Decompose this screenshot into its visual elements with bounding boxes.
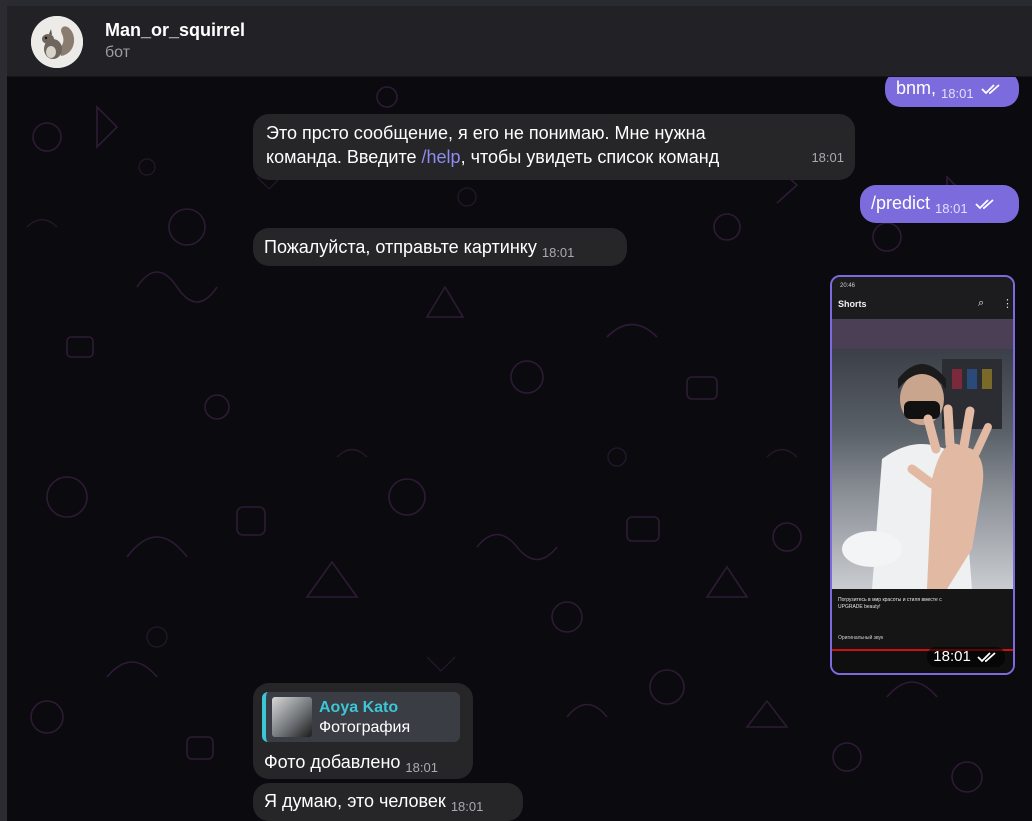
photo-search-icon: ⌕ [978,297,985,309]
message-bubble-incoming[interactable]: Это прсто сообщение, я его не понимаю. М… [253,114,855,180]
message-bubble-incoming[interactable]: Aoya Kato Фотография Фото добавлено 18:0… [253,683,473,779]
message-bubble-outgoing[interactable]: /predict 18:01 [860,185,1019,223]
photo-time-badge: 18:01 [927,647,1005,667]
photo-heading: Shorts [838,299,867,309]
double-check-icon [974,199,994,210]
telegram-window: Man_or_squirrel бот bnm, 18:01 Это прсто… [0,0,1032,821]
message-text: bnm, [896,78,937,98]
message-text-line2-end: , чтобы увидеть список команд [460,147,720,167]
message-text: /predict [871,193,931,213]
message-time: 18:01 [405,760,438,775]
message-time: 18:01 [941,86,974,101]
photo-message[interactable]: 20:46 Shorts ⌕ ⋮ Погрузитесь в мир красо… [830,275,1015,675]
message-text-line2-start: команда. Введите [266,147,422,167]
squirrel-icon [31,16,83,68]
window-left-edge [0,0,7,821]
message-text: Пожалуйста, отправьте картинку [264,237,537,257]
hand-photo-illustration [842,359,1002,589]
help-command-link[interactable]: /help [422,147,461,167]
chat-title[interactable]: Man_or_squirrel [105,20,245,41]
chat-header[interactable]: Man_or_squirrel бот [0,6,1032,77]
photo-more-icon: ⋮ [1002,298,1013,310]
message-bubble-incoming[interactable]: Пожалуйста, отправьте картинку 18:01 [253,228,627,266]
message-time: 18:01 [541,245,575,260]
double-check-icon [977,652,996,663]
double-check-icon [980,84,1000,95]
reply-thumbnail [272,697,312,737]
message-text: Фото добавлено [264,752,401,772]
photo-video-frame [832,349,1013,589]
photo-status-bar: 20:46 [840,283,856,289]
photo-tab-strip [832,319,1013,349]
photo-sound-label: Оригинальный звук [838,635,884,641]
message-time: 18:01 [811,150,844,165]
message-text: Я думаю, это человек [264,791,446,811]
message-bubble-outgoing[interactable]: bnm, 18:01 [885,77,1019,107]
message-text-line1: Это прсто сообщение, я его не понимаю. М… [266,123,706,143]
reply-preview-text: Фотография [319,719,411,736]
chat-subtitle: бот [105,44,131,61]
message-time: 18:01 [450,799,484,814]
message-time: 18:01 [935,201,968,216]
reply-quote[interactable]: Aoya Kato Фотография [262,692,460,742]
message-bubble-incoming[interactable]: Я думаю, это человек 18:01 [253,783,523,821]
squirrel-avatar[interactable] [31,16,83,68]
message-list[interactable]: bnm, 18:01 Это прсто сообщение, я его не… [7,77,1032,821]
photo-caption: Погрузитесь в мир красоты и стиля вместе… [838,597,942,610]
message-time: 18:01 [933,648,971,665]
photo-app-bar [832,277,1013,319]
